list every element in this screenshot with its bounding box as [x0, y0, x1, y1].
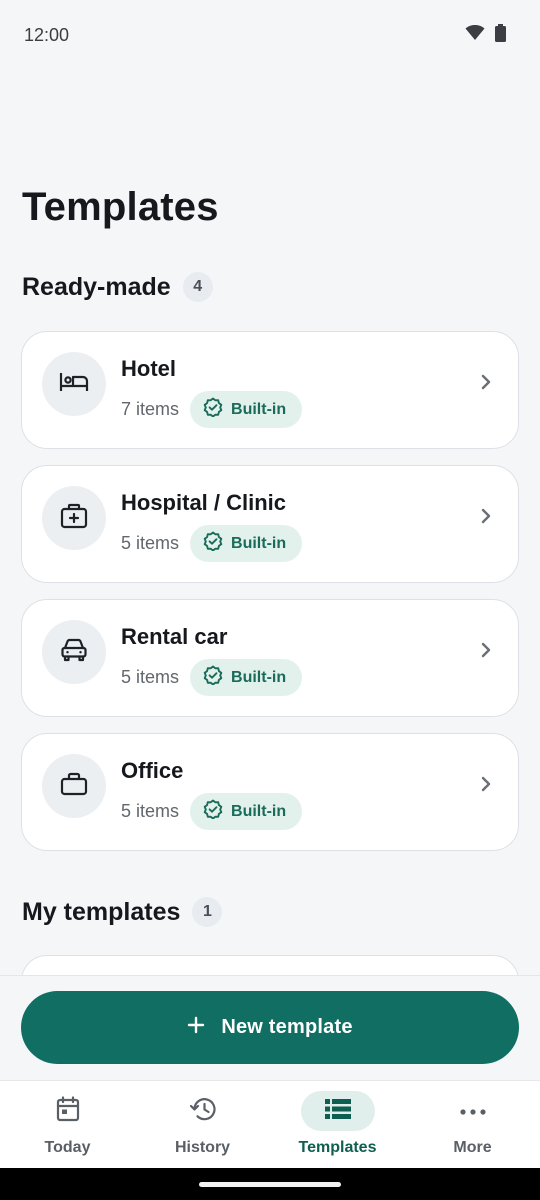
nav-icon-container — [436, 1091, 510, 1131]
more-icon — [459, 1102, 486, 1120]
fab-area: New template — [0, 975, 540, 1080]
history-icon — [189, 1096, 217, 1127]
page-title: Templates — [22, 185, 219, 229]
item-count: 5 items — [121, 533, 180, 553]
bottom-nav: Today History Templates More — [0, 1080, 540, 1168]
nav-icon-container — [166, 1091, 240, 1131]
battery-icon — [495, 24, 506, 42]
card-icon-circle — [42, 486, 106, 550]
nav-label: More — [453, 1139, 492, 1156]
card-icon-circle — [42, 754, 106, 818]
wifi-icon — [465, 25, 485, 41]
nav-label: Today — [44, 1139, 91, 1156]
built-in-label: Built-in — [231, 802, 287, 820]
nav-item-history[interactable]: History — [135, 1081, 270, 1168]
card-meta: 5 items Built-in — [121, 659, 303, 696]
verified-check-icon — [203, 799, 223, 824]
card-meta: 5 items Built-in — [121, 793, 303, 830]
chevron-right-icon — [480, 507, 492, 530]
nav-item-templates[interactable]: Templates — [270, 1081, 405, 1168]
template-card-hotel[interactable]: Hotel 7 items Built-in — [21, 331, 519, 449]
item-count: 5 items — [121, 801, 180, 821]
medical-kit-icon — [60, 503, 88, 534]
system-gesture-bar — [0, 1168, 540, 1200]
verified-check-icon — [203, 665, 223, 690]
new-template-label: New template — [221, 1016, 353, 1038]
built-in-label: Built-in — [231, 668, 287, 686]
section-title: My templates — [22, 897, 181, 926]
my-templates-section-header: My templates 1 — [22, 897, 223, 927]
status-icons — [465, 24, 506, 42]
built-in-badge: Built-in — [190, 659, 303, 696]
chevron-right-icon — [480, 775, 492, 798]
item-count: 5 items — [121, 667, 180, 687]
built-in-label: Built-in — [231, 400, 287, 418]
item-count: 7 items — [121, 399, 180, 419]
built-in-badge: Built-in — [190, 793, 303, 830]
car-icon — [60, 638, 88, 667]
home-gesture-handle[interactable] — [199, 1182, 341, 1187]
card-title: Hospital / Clinic — [121, 490, 287, 515]
built-in-label: Built-in — [231, 534, 287, 552]
plus-icon — [187, 1016, 205, 1039]
nav-label: Templates — [298, 1139, 377, 1156]
templates-screen: 12:00 Templates Ready-made 4 Hotel 7 ite… — [0, 0, 540, 1200]
card-icon-circle — [42, 620, 106, 684]
new-template-button[interactable]: New template — [21, 991, 519, 1064]
card-title: Hotel — [121, 356, 176, 381]
nav-icon-container — [300, 1091, 375, 1131]
nav-item-today[interactable]: Today — [0, 1081, 135, 1168]
status-bar: 12:00 — [0, 0, 540, 70]
count-badge: 4 — [182, 272, 213, 302]
template-card-rental-car[interactable]: Rental car 5 items Built-in — [21, 599, 519, 717]
status-time: 12:00 — [24, 25, 70, 45]
nav-icon-container — [31, 1091, 105, 1131]
list-icon — [324, 1098, 351, 1124]
chevron-right-icon — [480, 641, 492, 664]
nav-label: History — [174, 1139, 231, 1156]
card-meta: 5 items Built-in — [121, 525, 303, 562]
built-in-badge: Built-in — [190, 391, 303, 428]
calendar-icon — [56, 1095, 80, 1127]
template-card-hospital-clinic[interactable]: Hospital / Clinic 5 items Built-in — [21, 465, 519, 583]
count-badge: 1 — [192, 897, 223, 927]
card-title: Rental car — [121, 624, 228, 649]
verified-check-icon — [203, 531, 223, 556]
bed-icon — [59, 371, 89, 398]
template-card-office[interactable]: Office 5 items Built-in — [21, 733, 519, 851]
nav-item-more[interactable]: More — [405, 1081, 540, 1168]
card-title: Office — [121, 758, 184, 783]
card-meta: 7 items Built-in — [121, 391, 303, 428]
briefcase-icon — [60, 772, 88, 801]
card-icon-circle — [42, 352, 106, 416]
built-in-badge: Built-in — [190, 525, 303, 562]
ready-made-section-header: Ready-made 4 — [22, 272, 213, 302]
section-title: Ready-made — [22, 272, 171, 301]
chevron-right-icon — [480, 373, 492, 396]
verified-check-icon — [203, 397, 223, 422]
